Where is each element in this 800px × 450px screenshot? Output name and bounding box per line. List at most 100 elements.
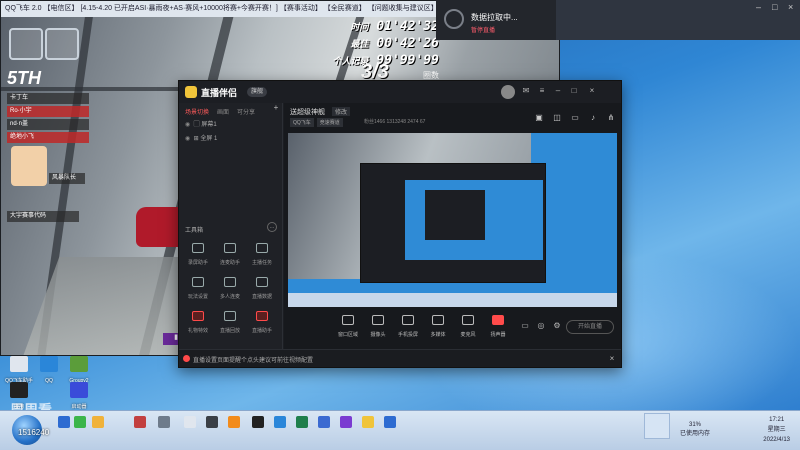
eye-icon[interactable]: ◉ bbox=[185, 133, 192, 145]
player-avatar bbox=[11, 146, 47, 186]
minimize-icon[interactable]: – bbox=[553, 86, 563, 96]
tool-label: 直播数据 bbox=[251, 294, 272, 300]
source-toolbar: 窗口区域 摄像头 手机投屏 多媒体 麦克风 扬声器 ▭ ◎ ⚙ 开始直播 bbox=[284, 309, 621, 347]
room-tag[interactable]: QQ飞车 bbox=[290, 118, 314, 127]
toolbar-label: 窗口区域 bbox=[337, 332, 358, 338]
media-icon bbox=[432, 315, 444, 325]
tab-scene[interactable]: 场景切换 bbox=[185, 107, 209, 116]
taskbar-app-icon[interactable] bbox=[318, 416, 330, 428]
app-icon bbox=[70, 356, 88, 372]
scene-tabs: 场景切换 画面 可分享 bbox=[185, 107, 255, 116]
tool-label: 玩法设置 bbox=[187, 294, 208, 300]
tool-gift[interactable]: 礼物特效 bbox=[183, 311, 213, 339]
tool-label: 直播回放 bbox=[219, 328, 240, 334]
taskbar-app-icon[interactable] bbox=[92, 416, 104, 428]
tray-clock[interactable]: 17:21 星期三 2022/4/13 bbox=[763, 415, 790, 445]
taskbar-app-icon[interactable] bbox=[384, 416, 396, 428]
desktop-icon-label: QQ bbox=[45, 378, 53, 384]
taskbar-app-icon[interactable] bbox=[58, 416, 70, 428]
window-capture-button[interactable]: 窗口区域 bbox=[334, 315, 362, 338]
media-button[interactable]: 多媒体 bbox=[424, 315, 452, 338]
source-item[interactable]: ◉ ▢ 屏幕1 bbox=[185, 119, 277, 131]
tool-label: 多人连麦 bbox=[219, 294, 240, 300]
desktop-icon[interactable]: QQ飞车助手 bbox=[4, 356, 34, 384]
taskbar-app-icon[interactable] bbox=[206, 416, 218, 428]
speaker-button[interactable]: 扬声器 bbox=[484, 315, 512, 338]
multi-mic-icon bbox=[224, 277, 236, 287]
tray-memory-value: 31% bbox=[688, 422, 701, 428]
window-capture-icon bbox=[342, 315, 354, 325]
start-live-button[interactable]: 开始直播 bbox=[566, 320, 614, 334]
tray-memory-label: 已使用内存 bbox=[679, 431, 710, 437]
share-icon[interactable]: ⋔ bbox=[606, 113, 616, 123]
race-rank: 5TH bbox=[7, 68, 42, 88]
microphone-button[interactable]: 麦克风 bbox=[454, 315, 482, 338]
tool-record[interactable]: 录屏助手 bbox=[183, 243, 213, 271]
app-titlebar[interactable]: 直播伴侣 旗舰 ✉ ≡ – □ × bbox=[179, 81, 621, 103]
app-status-bar: 直播设置页面提醒个点头建议可前往视频配置 × bbox=[179, 349, 621, 367]
tray-memory[interactable]: 31% 已使用内存 bbox=[680, 421, 710, 439]
tool-multi-mic[interactable]: 多人连麦 bbox=[215, 277, 245, 305]
app-badge[interactable]: 旗舰 bbox=[247, 87, 268, 97]
camera-button[interactable]: 摄像头 bbox=[364, 315, 392, 338]
toolbar-label: 摄像头 bbox=[370, 332, 386, 338]
taskbar-app-icon[interactable] bbox=[362, 416, 374, 428]
clock-date: 2022/4/13 bbox=[763, 437, 790, 443]
player-row: nd·n盖 bbox=[7, 119, 89, 130]
tool-replay[interactable]: 直播回放 bbox=[215, 311, 245, 339]
app-icon bbox=[70, 382, 88, 398]
tab-canvas[interactable]: 画面 bbox=[217, 107, 229, 116]
room-edit-button[interactable]: 修改 bbox=[332, 107, 351, 116]
taskbar-app-icon[interactable] bbox=[184, 416, 196, 428]
tool-assistant[interactable]: 直播助手 bbox=[247, 311, 277, 339]
user-avatar[interactable] bbox=[501, 85, 515, 99]
minimize-icon[interactable]: – bbox=[756, 2, 766, 12]
stream-preview[interactable] bbox=[288, 133, 617, 307]
notification[interactable]: 数据拉取中... 暂停直播 bbox=[436, 0, 556, 40]
taskbar-app-icon[interactable] bbox=[74, 416, 86, 428]
eye-icon[interactable]: ◎ bbox=[536, 321, 546, 331]
player-row: Ro·小宇 bbox=[7, 106, 89, 117]
data-icon bbox=[256, 277, 268, 287]
tab-share[interactable]: 可分享 bbox=[237, 107, 255, 116]
add-source-icon[interactable]: + bbox=[271, 103, 281, 113]
menu-icon[interactable]: ≡ bbox=[537, 86, 547, 96]
streaming-app-window[interactable]: 直播伴侣 旗舰 ✉ ≡ – □ × 场景切换 画面 可分享 ◉ ▢ 屏幕1 ◉ … bbox=[178, 80, 622, 368]
taskbar-app-icon[interactable] bbox=[296, 416, 308, 428]
preview-taskbar bbox=[288, 293, 617, 307]
gift-box-icon[interactable]: ▣ bbox=[534, 113, 544, 123]
taskbar-app-icon[interactable] bbox=[274, 416, 286, 428]
desktop-icon[interactable]: Groupy2 bbox=[64, 356, 94, 384]
taskbar-app-icon[interactable] bbox=[340, 416, 352, 428]
desktop-icon[interactable]: 启动器 bbox=[64, 382, 94, 410]
taskbar-app-icon[interactable] bbox=[134, 416, 146, 428]
tool-data[interactable]: 直播数据 bbox=[247, 277, 277, 305]
room-tag[interactable]: 竞速赛道 bbox=[316, 118, 343, 127]
desktop-icon[interactable]: QQ bbox=[34, 356, 64, 384]
taskbar-app-icon[interactable] bbox=[228, 416, 240, 428]
bell-icon[interactable]: ♪ bbox=[588, 113, 598, 123]
close-icon[interactable]: × bbox=[607, 354, 617, 364]
eye-icon[interactable]: ◉ bbox=[185, 119, 192, 131]
settings-gear-icon[interactable]: ⚙ bbox=[552, 321, 562, 331]
phone-cast-button[interactable]: 手机投屏 bbox=[394, 315, 422, 338]
message-icon[interactable]: ✉ bbox=[521, 86, 531, 96]
clock-time: 17:21 bbox=[769, 417, 785, 423]
more-tools-icon[interactable]: ... bbox=[267, 222, 277, 232]
record-video-icon[interactable]: ▭ bbox=[520, 321, 530, 331]
toolbar-label: 多媒体 bbox=[430, 332, 446, 338]
tray-widget[interactable] bbox=[644, 413, 670, 439]
maximize-icon[interactable]: □ bbox=[772, 2, 782, 12]
close-icon[interactable]: × bbox=[587, 86, 597, 96]
restore-icon[interactable]: □ bbox=[569, 86, 579, 96]
fan-icon[interactable]: ◫ bbox=[552, 113, 562, 123]
notification-action[interactable]: 暂停直播 bbox=[471, 25, 495, 34]
tool-link-mic[interactable]: 连麦助手 bbox=[215, 243, 245, 271]
tool-task[interactable]: 主播任务 bbox=[247, 243, 277, 271]
taskbar-app-icon[interactable] bbox=[252, 416, 264, 428]
chat-icon[interactable]: ▭ bbox=[570, 113, 580, 123]
tool-gameplay[interactable]: 玩法设置 bbox=[183, 277, 213, 305]
close-icon[interactable]: × bbox=[788, 2, 798, 12]
source-item[interactable]: ◉ ⊞ 全屏 1 bbox=[185, 133, 277, 145]
taskbar-app-icon[interactable] bbox=[158, 416, 170, 428]
